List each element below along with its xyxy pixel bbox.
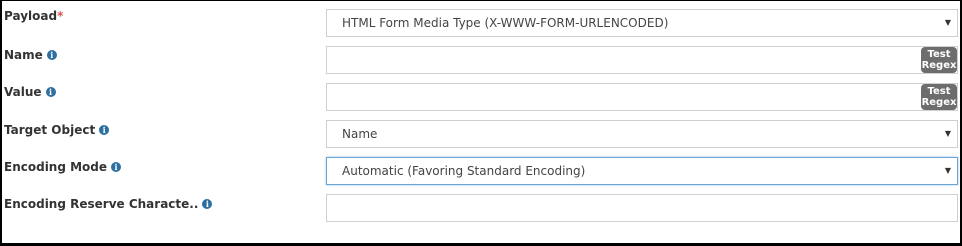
name-input[interactable]: Test Regex <box>326 46 958 74</box>
encoding-mode-row: Encoding Mode i Automatic (Favoring Stand… <box>2 157 960 187</box>
payload-row: Payload* HTML Form Media Type (X-WWW-FOR… <box>2 9 960 39</box>
test-regex-line1: Test <box>927 86 951 97</box>
encoding-mode-select-value: Automatic (Favoring Standard Encoding) <box>342 164 586 178</box>
value-input[interactable]: Test Regex <box>326 83 958 111</box>
encoding-mode-label: Encoding Mode i <box>4 160 122 174</box>
value-label-text: Value <box>4 85 42 99</box>
encoding-mode-label-text: Encoding Mode <box>4 160 108 174</box>
encoding-reserve-label: Encoding Reserve Characte.. i <box>4 197 213 211</box>
payload-label-text: Payload <box>4 9 58 23</box>
test-regex-line2: Regex <box>921 60 957 71</box>
test-regex-button[interactable]: Test Regex <box>921 84 957 110</box>
name-label-text: Name <box>4 48 43 62</box>
info-circle-icon[interactable]: i <box>46 50 57 60</box>
name-label: Name i <box>4 48 57 62</box>
test-regex-button[interactable]: Test Regex <box>921 47 957 73</box>
name-row: Name i Test Regex <box>2 46 960 76</box>
encoding-mode-select[interactable]: Automatic (Favoring Standard Encoding) ▼ <box>326 157 958 185</box>
payload-label: Payload* <box>4 9 63 23</box>
info-circle-icon[interactable]: i <box>202 199 213 209</box>
target-object-select[interactable]: Name ▼ <box>326 120 958 148</box>
target-object-row: Target Object i Name ▼ <box>2 120 960 150</box>
caret-down-icon: ▼ <box>944 129 951 138</box>
form-panel: Payload* HTML Form Media Type (X-WWW-FOR… <box>0 0 962 246</box>
encoding-reserve-row: Encoding Reserve Characte.. i <box>2 194 960 224</box>
value-label: Value i <box>4 85 56 99</box>
target-object-label-text: Target Object <box>4 123 96 137</box>
encoding-reserve-label-text: Encoding Reserve Characte.. <box>4 197 199 211</box>
payload-select-value: HTML Form Media Type (X-WWW-FORM-URLENCO… <box>342 16 669 30</box>
required-mark: * <box>57 9 64 23</box>
info-circle-icon[interactable]: i <box>99 125 110 135</box>
caret-down-icon: ▼ <box>944 166 951 175</box>
info-circle-icon[interactable]: i <box>111 162 122 172</box>
target-object-select-value: Name <box>342 127 378 141</box>
caret-down-icon: ▼ <box>944 18 951 27</box>
test-regex-line1: Test <box>927 49 951 60</box>
info-circle-icon[interactable]: i <box>45 87 56 97</box>
target-object-label: Target Object i <box>4 123 110 137</box>
payload-select[interactable]: HTML Form Media Type (X-WWW-FORM-URLENCO… <box>326 9 958 37</box>
test-regex-line2: Regex <box>921 97 957 108</box>
value-row: Value i Test Regex <box>2 83 960 113</box>
encoding-reserve-input[interactable] <box>326 194 958 222</box>
